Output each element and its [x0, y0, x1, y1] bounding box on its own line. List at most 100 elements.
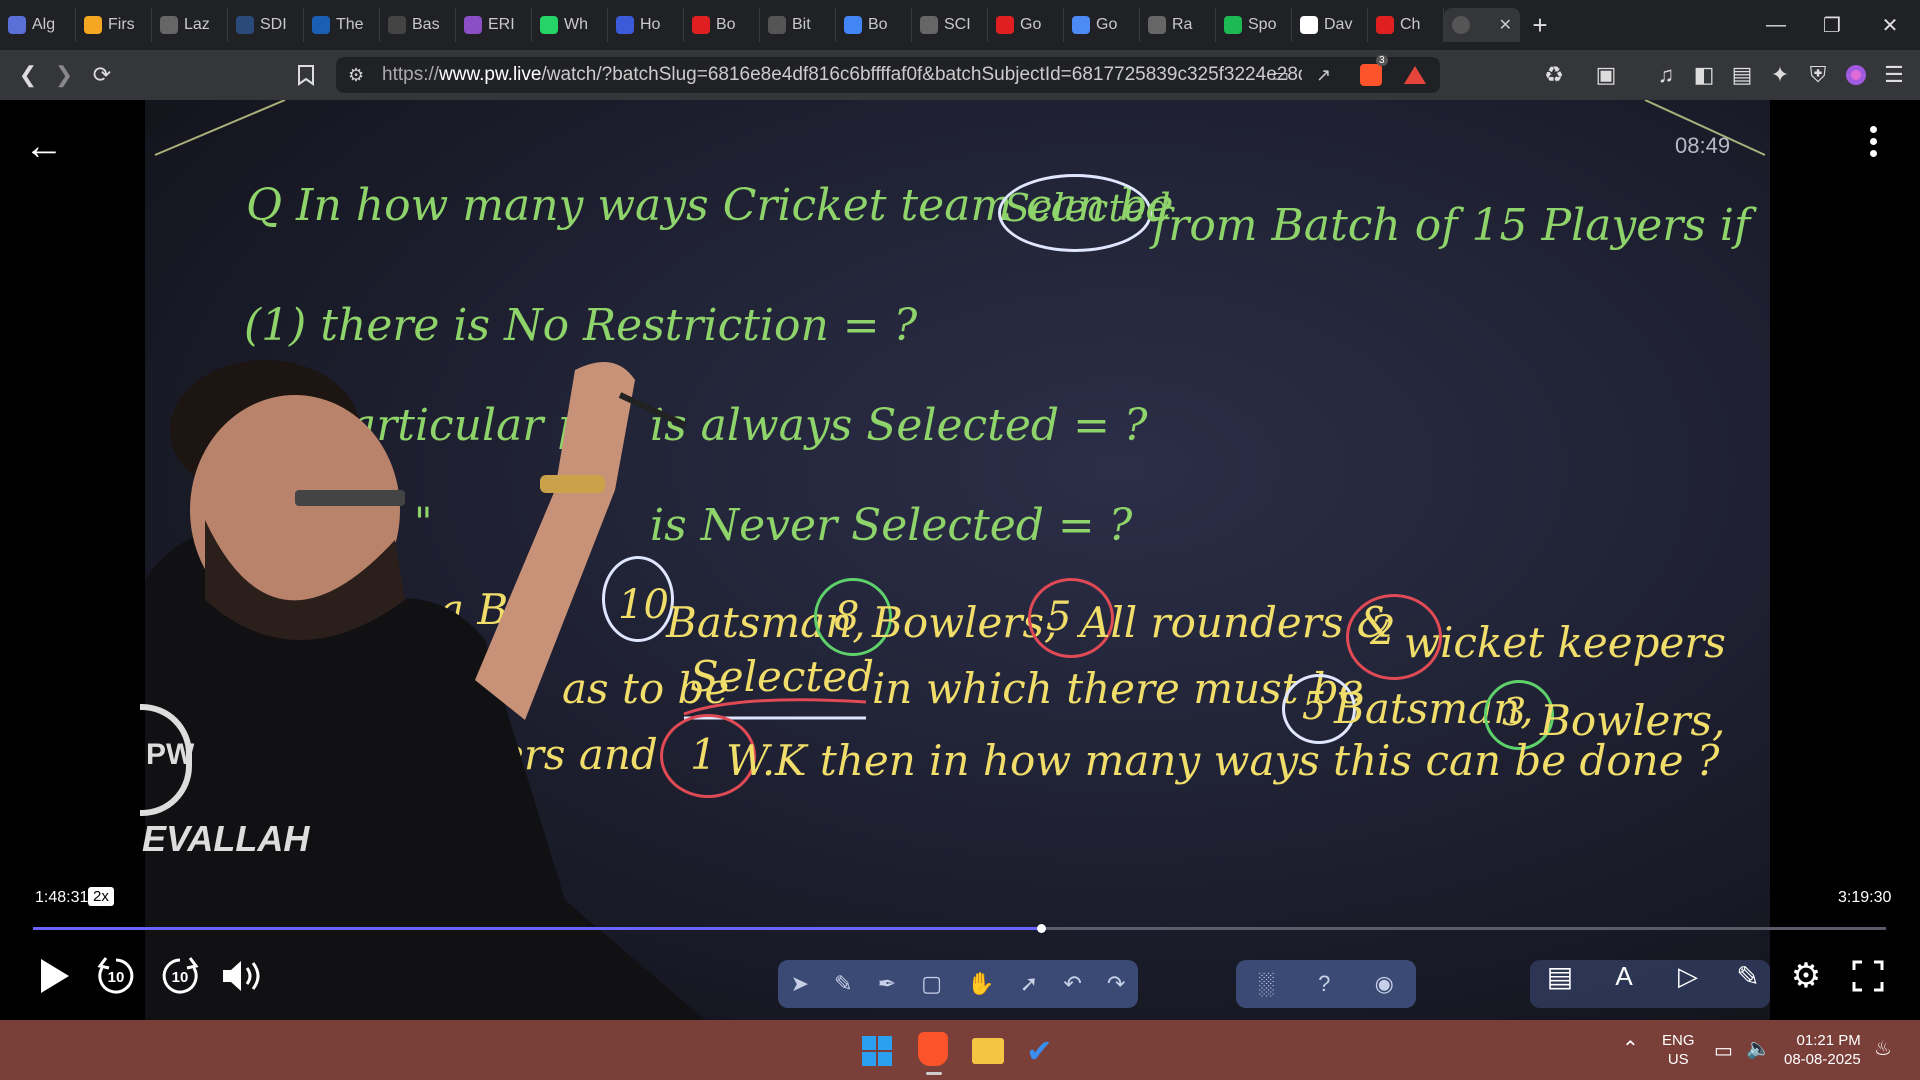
leo-ai-icon[interactable]: ✦ [1764, 59, 1796, 91]
chat-icon[interactable]: ▤ [1540, 956, 1580, 996]
page-icon [388, 16, 406, 34]
picture-in-picture-icon[interactable]: ▷ [1668, 956, 1708, 996]
address-bar[interactable]: ⚙ https://www.pw.live/watch/?batchSlug=6… [336, 55, 1440, 93]
browser-tab[interactable]: SDI [228, 8, 304, 42]
speaker-icon[interactable]: 🔈 [1746, 1036, 1771, 1061]
brave-rewards-icon[interactable] [1404, 66, 1426, 84]
forward-nav-icon[interactable]: ❯ [48, 59, 80, 91]
tab-label: Laz [184, 16, 210, 33]
browser-tab[interactable]: Bas [380, 8, 456, 42]
share-icon[interactable]: ↗ [1316, 65, 1331, 86]
hand-icon: ✋ [967, 971, 995, 996]
question-icon: ? [1318, 971, 1331, 996]
tab-label: Ch [1400, 16, 1421, 33]
browser-tab[interactable]: ERI [456, 8, 532, 42]
profile-avatar[interactable] [1840, 59, 1872, 91]
browser-tab[interactable]: Go [988, 8, 1064, 42]
more-options-icon[interactable] [1870, 126, 1878, 162]
tab-label: Firs [108, 16, 135, 33]
highlighter-icon: ✒ [877, 971, 897, 996]
tab-label: The [336, 16, 364, 33]
current-time: 1:48:31 [35, 889, 89, 906]
vpn-shield-icon[interactable]: ⛨ [1802, 59, 1834, 91]
sidebar-icon[interactable]: ◧ [1688, 59, 1720, 91]
browser-tab[interactable]: Firs [76, 8, 152, 42]
restore-button[interactable]: ❐ [1804, 0, 1860, 50]
browser-tab[interactable]: Wh [532, 8, 608, 42]
reader-mode-icon[interactable]: ▣ [1590, 59, 1622, 91]
browser-tab[interactable]: Spo [1216, 8, 1292, 42]
wallet-icon[interactable]: ▤ [1726, 59, 1758, 91]
globe-icon [920, 16, 938, 34]
notes-icon[interactable]: ✎ [1728, 956, 1768, 996]
page-icon [464, 16, 482, 34]
browser-tab[interactable]: The [304, 8, 380, 42]
tab-label: ERI [488, 16, 515, 33]
browser-tab[interactable]: Go [1064, 8, 1140, 42]
num-5-batsman: 5 [1302, 684, 1327, 728]
clock[interactable]: 01:21 PM 08-08-2025 [1784, 1031, 1861, 1069]
tab-close-icon[interactable]: ✕ [1499, 15, 1512, 35]
play-icon[interactable] [34, 954, 74, 998]
tab-label: Ho [640, 16, 661, 33]
extensions-icon[interactable]: ♻ [1538, 59, 1570, 91]
settings-gear-icon[interactable]: ⚙ [1784, 954, 1828, 998]
url-text[interactable]: https://www.pw.live/watch/?batchSlug=681… [382, 64, 1302, 86]
seek-bar[interactable] [33, 924, 1886, 933]
brave-shields-icon[interactable] [1360, 64, 1382, 86]
num-5: 5 [1046, 594, 1072, 640]
todo-icon[interactable]: ✔ [1026, 1032, 1053, 1070]
new-tab-button[interactable]: + [1520, 8, 1560, 42]
browser-tab[interactable]: Bo [684, 8, 760, 42]
reload-icon[interactable]: ⟳ [86, 59, 118, 91]
browser-tab[interactable]: Bo [836, 8, 912, 42]
back-arrow-icon[interactable]: ← [24, 124, 64, 169]
browser-tab[interactable]: SCI [912, 8, 988, 42]
close-window-button[interactable]: ✕ [1862, 0, 1918, 50]
total-duration: 3:19:30 [1838, 889, 1892, 906]
pw-logo-letters: PW [146, 738, 195, 771]
language-indicator[interactable]: ENG US [1662, 1031, 1695, 1069]
browser-tab[interactable]: Ch [1368, 8, 1444, 42]
active-tab[interactable]: ✕ [1444, 8, 1520, 42]
menu-icon[interactable]: ☰ [1878, 59, 1910, 91]
tab-label: Wh [564, 16, 588, 33]
seek-knob[interactable] [1036, 924, 1046, 933]
tab-label: Bo [868, 16, 888, 33]
num-3: 3 [1502, 690, 1527, 734]
network-icon[interactable]: ▭ [1714, 1038, 1733, 1063]
camera-icon: ◉ [1374, 971, 1394, 996]
volume-icon[interactable] [220, 954, 266, 998]
browser-tab[interactable]: Ra [1140, 8, 1216, 42]
windows-start-icon[interactable] [862, 1036, 892, 1066]
site-info-icon[interactable]: ⚙ [348, 65, 364, 86]
browser-tab[interactable]: Dav [1292, 8, 1368, 42]
file-explorer-icon[interactable] [972, 1038, 1004, 1064]
back-nav-icon[interactable]: ❮ [12, 59, 44, 91]
fullscreen-icon[interactable] [1848, 956, 1888, 996]
tab-label: Go [1096, 16, 1118, 33]
notification-bell-icon[interactable]: ♨ [1874, 1036, 1892, 1061]
cast-icon[interactable]: ▭ [1272, 65, 1289, 86]
youtube-icon [1376, 16, 1394, 34]
num-2: 2 [1370, 608, 1396, 654]
browser-tab[interactable]: Laz [152, 8, 228, 42]
pointer-icon: ➤ [790, 971, 809, 996]
wikipedia-icon [1300, 16, 1318, 34]
brave-taskbar-icon[interactable] [918, 1032, 948, 1066]
board-tools-bar: ➤ ✎ ✒ ▢ ✋ ➚ ↶ ↷ [778, 960, 1138, 1008]
tray-expand-icon[interactable]: ⌃ [1622, 1036, 1639, 1061]
rewind-10-icon[interactable]: 10 [96, 954, 136, 998]
bookmark-icon[interactable] [290, 59, 322, 91]
google-icon [844, 16, 862, 34]
minimize-button[interactable]: — [1748, 0, 1804, 50]
tab-label: SCI [944, 16, 971, 33]
translate-icon[interactable]: A [1604, 956, 1644, 996]
playback-speed-badge[interactable]: 2x [88, 887, 114, 906]
forward-10-icon[interactable]: 10 [160, 954, 200, 998]
browser-tab[interactable]: Ho [608, 8, 684, 42]
browser-tab[interactable]: Alg [0, 8, 76, 42]
browser-tab[interactable]: Bit [760, 8, 836, 42]
media-icon[interactable]: ♫ [1650, 59, 1682, 91]
chatgpt-icon [8, 16, 26, 34]
